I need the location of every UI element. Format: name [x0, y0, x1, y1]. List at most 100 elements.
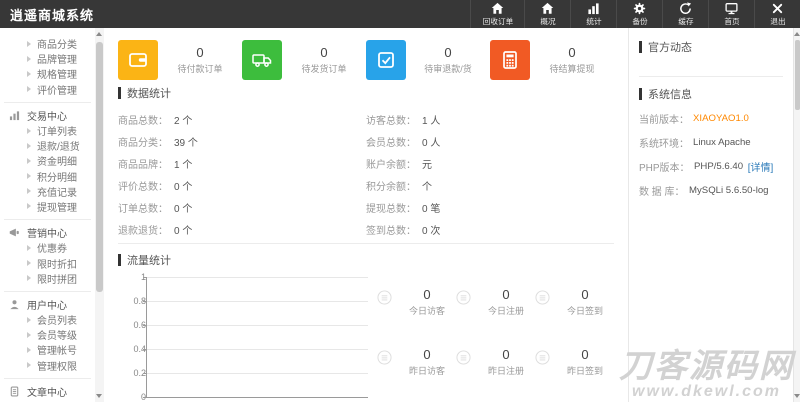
- card-pending-settlement[interactable]: 0 待结算提现: [490, 38, 614, 82]
- sidebar-item-trade-center[interactable]: 交易中心: [0, 108, 95, 123]
- caret-icon: [27, 127, 31, 134]
- register-circle-icon: [456, 290, 471, 310]
- sidebar-item-label: 限时折扣: [37, 259, 77, 271]
- mini-stat-yesterday-visitors: 0 昨日访客: [377, 347, 456, 377]
- signin-circle-icon: [535, 290, 550, 310]
- mini-stat-yesterday-signins: 0 昨日签到: [535, 347, 614, 377]
- sidebar-item-label: 限时拼团: [37, 274, 77, 286]
- sidebar-item-admin-accounts[interactable]: 管理帐号: [0, 342, 95, 357]
- card-pending-payment[interactable]: 0 待付款订单: [118, 38, 242, 82]
- mini-stat-label: 昨日注册: [487, 366, 524, 376]
- stat-row: 会员总数： 0 人: [366, 130, 614, 152]
- sidebar-item-label: 规格管理: [37, 70, 77, 82]
- sidebar-item-withdraw-mgmt[interactable]: 提现管理: [0, 199, 95, 214]
- sysinfo-row-environment: 系统环境： Linux Apache: [639, 135, 783, 150]
- article-icon: [9, 386, 22, 397]
- stat-row: 访客总数： 1 人: [366, 108, 614, 130]
- sidebar-item-label: 退款/退货: [37, 142, 80, 154]
- stat-row: 商品品牌： 1 个: [118, 152, 366, 174]
- stat-label: 提现总数：: [366, 203, 416, 215]
- card-value: 0: [444, 45, 452, 60]
- gear-icon: [633, 2, 646, 15]
- sidebar-item-label: 会员等级: [37, 331, 77, 343]
- stat-value: 0 个: [174, 181, 193, 193]
- sidebar-item-product-categories[interactable]: 商品分类: [0, 36, 95, 51]
- mini-stat-value: 0: [502, 347, 510, 362]
- nav-overview[interactable]: 概况: [524, 0, 570, 28]
- nav-statistics[interactable]: 统计: [570, 0, 616, 28]
- chart-plot-area: [143, 277, 368, 398]
- home-icon: [541, 2, 554, 15]
- sysinfo-value: Linux Apache: [693, 137, 751, 148]
- traffic-chart: 1 0.8 0.6 0.4 0.2 0: [118, 272, 373, 402]
- system-info-rows: 当前版本： XIAOYAO1.0 系统环境： Linux Apache PHP版…: [639, 111, 783, 198]
- caret-icon: [27, 173, 31, 180]
- sidebar-item-flash-discount[interactable]: 限时折扣: [0, 255, 95, 271]
- mini-stat-value: 0: [581, 287, 589, 302]
- visitor-circle-icon: [377, 350, 392, 370]
- stat-row: 签到总数： 0 次: [366, 218, 614, 240]
- card-value: 0: [320, 45, 328, 60]
- sidebar-item-label: 评价管理: [37, 85, 77, 97]
- stat-value: 个: [422, 181, 432, 193]
- sidebar-item-label: 优惠券: [37, 244, 67, 256]
- refresh-icon: [679, 1, 692, 15]
- sidebar-item-label: 品牌管理: [37, 55, 77, 67]
- card-pending-shipment[interactable]: 0 待发货订单: [242, 38, 366, 82]
- sidebar-item-order-list[interactable]: 订单列表: [0, 123, 95, 138]
- sidebar-item-group-buy[interactable]: 限时拼团: [0, 271, 95, 286]
- card-pending-refund-review[interactable]: 0 待审退款/货: [366, 38, 490, 82]
- top-nav: 回收订单 概况 统计 备份 缓存 首页 退出: [470, 0, 800, 28]
- section-header: 流量统计: [118, 253, 614, 267]
- section-divider: [118, 243, 614, 244]
- sysinfo-value: PHP/5.6.40: [693, 161, 743, 172]
- nav-logout[interactable]: 退出: [754, 0, 800, 28]
- sidebar-scrollbar-thumb[interactable]: [96, 42, 103, 292]
- caret-icon: [27, 188, 31, 195]
- nav-recycle-orders[interactable]: 回收订单: [470, 0, 524, 28]
- page-scrollbar-thumb[interactable]: [795, 40, 800, 110]
- stat-value: 0 笔: [422, 203, 441, 215]
- caret-icon: [27, 275, 31, 282]
- sidebar-item-fund-detail[interactable]: 资金明细: [0, 153, 95, 168]
- page-scrollbar[interactable]: [793, 28, 800, 402]
- sidebar-item-brand-mgmt[interactable]: 品牌管理: [0, 51, 95, 66]
- sidebar-item-member-list[interactable]: 会员列表: [0, 312, 95, 327]
- caret-icon: [27, 86, 31, 93]
- sidebar-item-article-center[interactable]: 文章中心: [0, 384, 95, 399]
- sidebar-item-member-level[interactable]: 会员等级: [0, 327, 95, 342]
- stat-row: 退款退货： 0 个: [118, 218, 366, 240]
- sidebar-item-recharge-records[interactable]: 充值记录: [0, 184, 95, 199]
- php-details-link[interactable]: [详情]: [748, 159, 774, 174]
- sidebar-item-user-center[interactable]: 用户中心: [0, 297, 95, 312]
- sidebar-item-coupons[interactable]: 优惠券: [0, 240, 95, 255]
- sidebar-scrollbar[interactable]: [95, 28, 104, 402]
- traffic-mini-stats: 0 今日访客 0 今日注册 0 今日签到 0 昨日访客 0 昨日注册 0 昨日签…: [373, 287, 614, 402]
- nav-cache[interactable]: 缓存: [662, 0, 708, 28]
- truck-icon: [242, 40, 282, 80]
- nav-label: 缓存: [677, 16, 694, 26]
- mini-stat-today-registrations: 0 今日注册: [456, 287, 535, 317]
- sidebar-item-marketing-center[interactable]: 营销中心: [0, 225, 95, 240]
- scroll-up-icon[interactable]: [794, 32, 800, 36]
- stat-label: 商品分类：: [118, 137, 168, 149]
- mini-stat-label: 昨日访客: [408, 366, 445, 376]
- sidebar-item-points-detail[interactable]: 积分明细: [0, 169, 95, 184]
- right-panel: 官方动态 系统信息 当前版本： XIAOYAO1.0 系统环境： Linux A…: [628, 28, 793, 402]
- nav-backup[interactable]: 备份: [616, 0, 662, 28]
- sidebar-item-refund-return[interactable]: 退款/退货: [0, 138, 95, 153]
- scroll-down-icon[interactable]: [794, 394, 800, 398]
- nav-label: 首页: [723, 16, 740, 26]
- nav-homepage[interactable]: 首页: [708, 0, 754, 28]
- card-value: 0: [568, 45, 576, 60]
- sidebar-item-spec-mgmt[interactable]: 规格管理: [0, 66, 95, 81]
- scroll-up-icon[interactable]: [96, 32, 102, 36]
- section-header: 官方动态: [639, 40, 783, 54]
- sidebar-item-admin-permissions[interactable]: 管理权限: [0, 358, 95, 373]
- card-label: 待审退款/货: [424, 64, 472, 74]
- close-icon: [771, 2, 784, 15]
- section-bar-icon: [118, 87, 121, 99]
- scroll-down-icon[interactable]: [96, 394, 102, 398]
- caret-icon: [27, 260, 31, 267]
- sidebar-item-review-mgmt[interactable]: 评价管理: [0, 82, 95, 97]
